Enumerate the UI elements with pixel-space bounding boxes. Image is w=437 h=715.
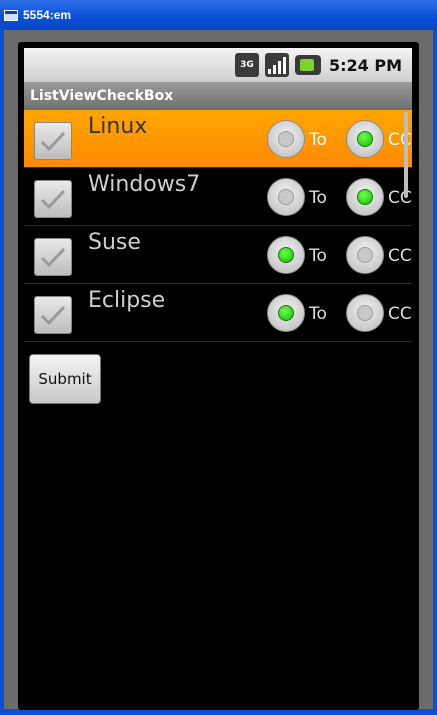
radio-dot [278,305,294,321]
status-time: 5:24 PM [328,55,402,75]
list-item[interactable]: Linux To CC [24,110,412,168]
radio-to[interactable] [267,294,305,332]
list-item[interactable]: Windows7 To CC [24,168,412,226]
app-title: ListViewCheckBox [30,88,174,104]
radio-to-label: To [309,130,327,150]
radio-cc-label: CC [388,188,412,208]
radio-dot [357,131,373,147]
radio-to-label: To [309,304,327,324]
radio-cc[interactable] [346,236,384,274]
window-icon [4,9,18,21]
list-item[interactable]: Suse To CC [24,226,412,284]
item-label: Windows7 [88,172,201,197]
android-screen: 3G 5:24 PM ListViewCheckBox Linux To CC [24,48,412,710]
item-checkbox[interactable] [34,122,72,160]
network-3g-icon: 3G [234,53,259,77]
item-label: Eclipse [88,288,166,313]
window-title: 5554:em [23,8,72,22]
window-titlebar[interactable]: 5554:em [0,0,437,30]
item-checkbox[interactable] [34,296,72,334]
window-frame-left [0,30,4,715]
radio-to[interactable] [267,120,305,158]
signal-strength-icon [264,53,289,77]
radio-dot [278,247,294,263]
radio-cc[interactable] [346,120,384,158]
radio-to[interactable] [267,178,305,216]
radio-dot [357,305,373,321]
item-checkbox[interactable] [34,180,72,218]
radio-cc-label: CC [388,130,412,150]
radio-dot [278,189,294,205]
radio-cc-label: CC [388,246,412,266]
submit-button[interactable]: Submit [29,354,101,404]
battery-icon [294,55,321,75]
list-scrollbar[interactable] [404,112,408,198]
radio-dot [278,131,294,147]
checkmark-icon [40,131,66,152]
window-frame-right [433,30,437,715]
radio-cc[interactable] [346,294,384,332]
radio-to[interactable] [267,236,305,274]
checkmark-icon [40,247,66,268]
radio-cc[interactable] [346,178,384,216]
item-label: Suse [88,230,141,255]
status-bar: 3G 5:24 PM [24,48,412,82]
radio-dot [357,189,373,205]
checkmark-icon [40,189,66,210]
radio-cc-label: CC [388,304,412,324]
app-title-bar: ListViewCheckBox [24,82,412,110]
radio-dot [357,247,373,263]
radio-to-label: To [309,246,327,266]
item-checkbox[interactable] [34,238,72,276]
item-label: Linux [88,114,148,139]
radio-to-label: To [309,188,327,208]
list-item[interactable]: Eclipse To CC [24,284,412,342]
item-list[interactable]: Linux To CC Windows7 To CC Suse To CC Ec… [24,110,412,342]
checkmark-icon [40,305,66,326]
